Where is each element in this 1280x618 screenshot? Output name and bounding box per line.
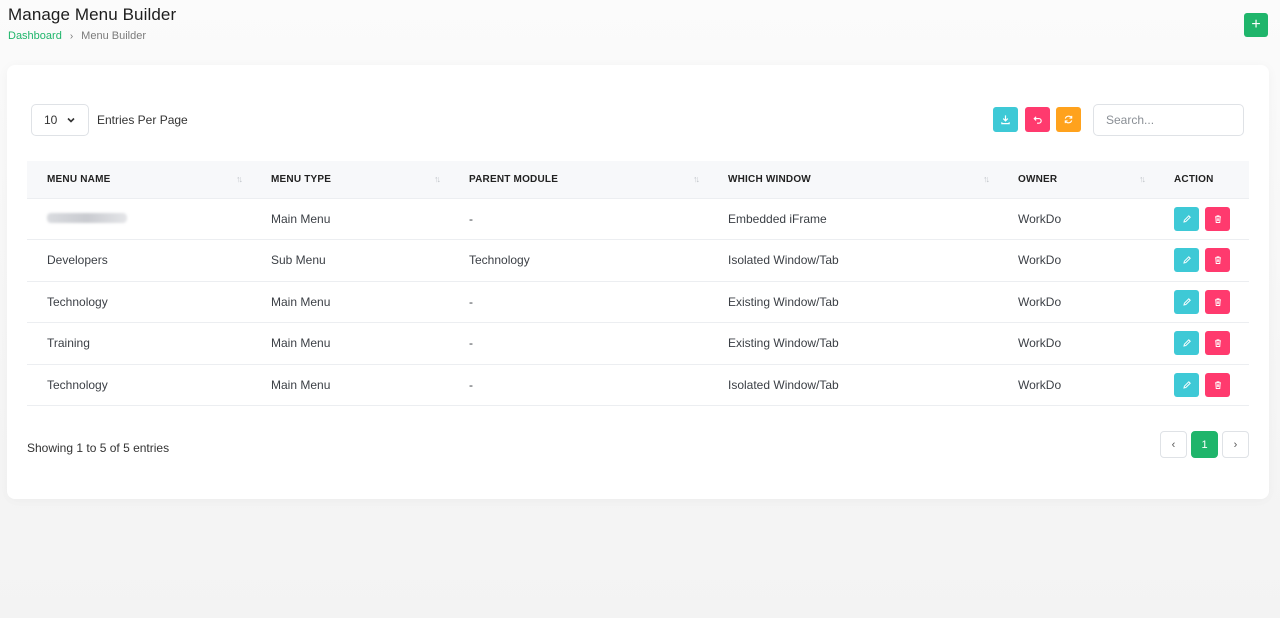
cell-menu-name: Training (47, 336, 90, 351)
plus-icon: + (1251, 16, 1261, 33)
chevron-down-icon (67, 117, 75, 123)
cell-action (1154, 323, 1249, 365)
edit-button[interactable] (1174, 372, 1199, 397)
cell-which-window: Existing Window/Tab (728, 336, 839, 351)
reload-button[interactable] (1056, 107, 1081, 132)
menu-list-card: 10 Entries Per Page Menu Name↑↓ Menu Typ… (7, 65, 1269, 499)
pencil-icon (1182, 214, 1191, 223)
edit-button[interactable] (1174, 248, 1199, 273)
undo-icon (1033, 116, 1042, 124)
page-title: Manage Menu Builder (8, 5, 177, 24)
pencil-icon (1182, 339, 1191, 347)
add-menu-button[interactable]: + (1244, 13, 1268, 37)
table-row: Main Menu - Embedded iFrame WorkDo (27, 198, 1249, 240)
cell-owner: WorkDo (1018, 336, 1062, 351)
pencil-icon (1182, 380, 1191, 389)
entries-label: Entries Per Page (97, 113, 188, 127)
cell-parent-module: Technology (469, 253, 530, 268)
entries-per-page: 10 Entries Per Page (31, 104, 188, 136)
cell-menu-type: Sub Menu (271, 253, 326, 268)
cell-action (1154, 281, 1249, 323)
cell-parent-module: - (469, 294, 473, 309)
cell-parent-module: - (469, 211, 473, 226)
cell-owner: WorkDo (1018, 377, 1062, 392)
blurred-menu-name (47, 212, 127, 223)
breadcrumb-current: Menu Builder (81, 30, 146, 42)
cell-menu-type: Main Menu (271, 211, 331, 226)
page-button-1[interactable]: 1 (1191, 431, 1218, 458)
chevron-right-icon: › (1233, 438, 1238, 451)
cell-which-window: Embedded iFrame (728, 211, 827, 226)
chevron-right-icon: › (69, 30, 74, 42)
column-header-parent-module[interactable]: Parent Module ↑↓ (449, 161, 708, 199)
delete-button[interactable] (1205, 372, 1230, 397)
delete-button[interactable] (1205, 248, 1230, 273)
chevron-left-icon: ‹ (1171, 438, 1176, 451)
reset-button[interactable] (1025, 107, 1050, 132)
delete-button[interactable] (1205, 289, 1230, 314)
edit-button[interactable] (1174, 289, 1199, 314)
sort-icon: ↑↓ (693, 174, 700, 184)
download-icon (1001, 115, 1010, 125)
cell-which-window: Isolated Window/Tab (728, 377, 839, 392)
edit-button[interactable] (1174, 206, 1199, 231)
cell-menu-type: Main Menu (271, 336, 331, 351)
delete-button[interactable] (1205, 331, 1230, 356)
cell-action (1154, 240, 1249, 282)
cell-parent-module: - (469, 336, 473, 351)
next-page-button[interactable]: › (1222, 431, 1249, 458)
cell-menu-type: Main Menu (271, 294, 331, 309)
cell-menu-type: Main Menu (271, 377, 331, 392)
column-header-menu-name[interactable]: Menu Name ↑↓ (27, 161, 251, 199)
trash-icon (1214, 256, 1221, 265)
cell-owner: WorkDo (1018, 294, 1062, 309)
pencil-icon (1182, 297, 1191, 306)
entries-value: 10 (44, 113, 58, 127)
search-input[interactable] (1093, 104, 1244, 136)
column-header-menu-type[interactable]: Menu Type ↑↓ (251, 161, 449, 199)
table-row: Training Main Menu - Existing Window/Tab… (27, 323, 1249, 365)
sort-icon: ↑↓ (236, 174, 243, 184)
cell-which-window: Existing Window/Tab (728, 294, 839, 309)
cell-which-window: Isolated Window/Tab (728, 253, 839, 268)
export-button[interactable] (993, 107, 1018, 132)
trash-icon (1214, 298, 1221, 306)
cell-action (1154, 364, 1249, 406)
cell-menu-name (27, 198, 251, 240)
cell-parent-module: - (469, 377, 473, 392)
trash-icon (1214, 381, 1221, 389)
trash-icon (1214, 215, 1221, 223)
cell-menu-name: Developers (47, 253, 108, 268)
table-row: Developers Sub Menu Technology Isolated … (27, 240, 1249, 282)
table-header-row: Menu Name ↑↓ Menu Type ↑↓ Parent Module ↑↓ … (27, 161, 1249, 199)
cell-owner: WorkDo (1018, 211, 1062, 226)
sort-icon: ↑↓ (983, 174, 990, 184)
table-row: Technology Main Menu - Existing Window/T… (27, 281, 1249, 323)
cell-menu-name: Technology (47, 294, 108, 309)
pagination: ‹ 1 › (1160, 431, 1249, 458)
menu-table: Menu Name ↑↓ Menu Type ↑↓ Parent Module ↑↓ … (27, 161, 1249, 406)
column-header-owner[interactable]: Owner ↑↓ (998, 161, 1154, 199)
entries-select[interactable]: 10 (31, 104, 89, 136)
trash-icon (1214, 339, 1221, 348)
cell-owner: WorkDo (1018, 253, 1062, 268)
column-header-action: Action (1154, 161, 1249, 199)
prev-page-button[interactable]: ‹ (1160, 431, 1187, 458)
column-header-which-window[interactable]: Which Window ↑↓ (708, 161, 998, 199)
sort-icon: ↑↓ (1139, 174, 1146, 184)
cell-menu-name: Technology (47, 377, 108, 392)
table-row: Technology Main Menu - Isolated Window/T… (27, 364, 1249, 406)
delete-button[interactable] (1205, 206, 1230, 231)
breadcrumb-dashboard-link[interactable]: Dashboard (8, 30, 62, 42)
sort-icon: ↑↓ (434, 174, 441, 184)
refresh-icon (1064, 115, 1073, 124)
pencil-icon (1182, 256, 1191, 264)
cell-action (1154, 198, 1249, 240)
entries-info: Showing 1 to 5 of 5 entries (27, 441, 170, 455)
breadcrumb: Dashboard › Menu Builder (8, 30, 146, 42)
edit-button[interactable] (1174, 331, 1199, 356)
